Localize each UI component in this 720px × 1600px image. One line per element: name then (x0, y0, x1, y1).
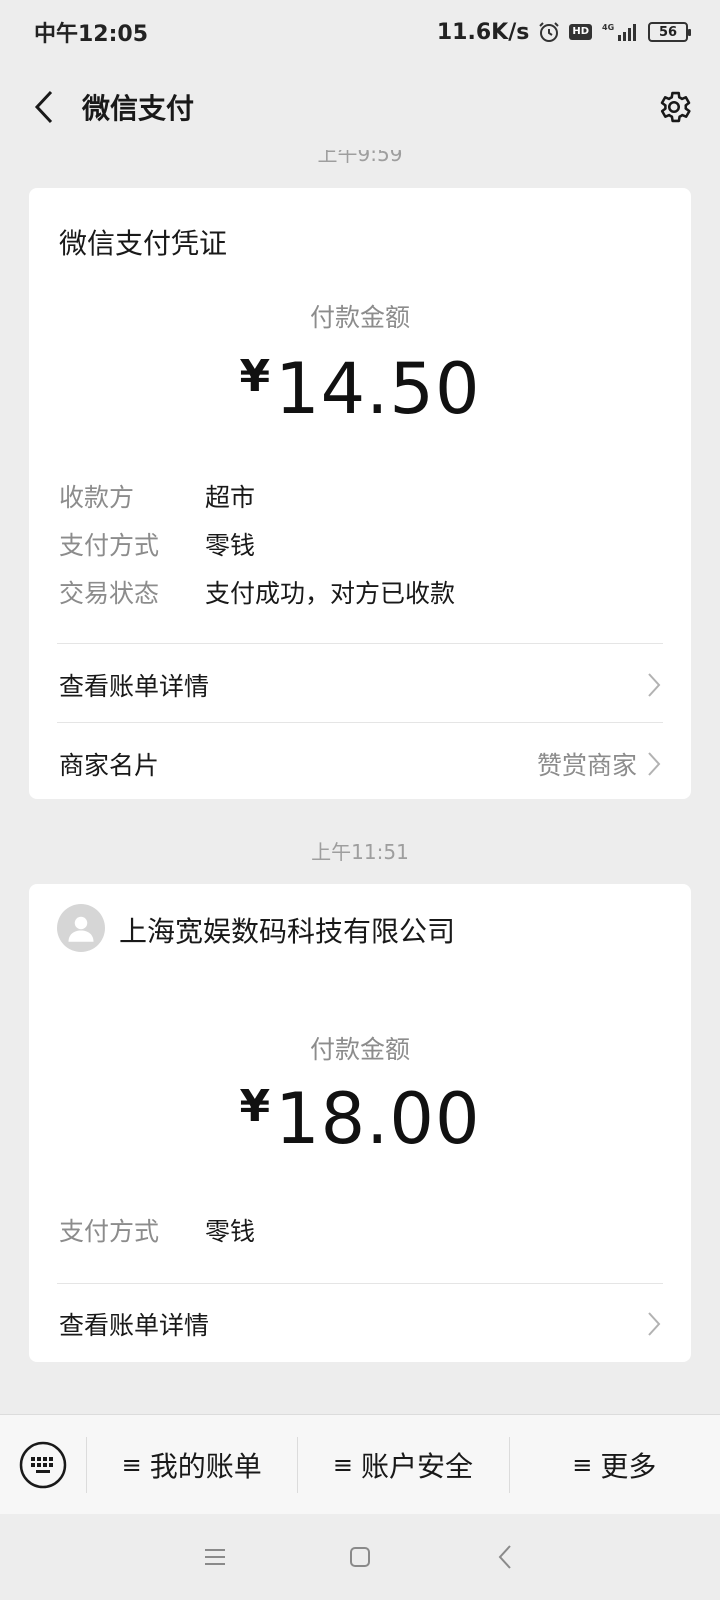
link-label: 查看账单详情 (59, 672, 210, 701)
chevron-right-icon (648, 752, 661, 776)
page-title: 微信支付 (82, 92, 195, 125)
menu-icon (205, 1549, 225, 1565)
status-icons: 11.6K/s HD 4G 56 (436, 19, 691, 45)
amount-label: 付款金额 (309, 303, 410, 332)
bill-detail-link[interactable]: 查看账单详情 (59, 1304, 661, 1344)
info-value: 支付成功，对方已收款 (205, 579, 456, 608)
info-row-status: 交易状态 支付成功，对方已收款 (59, 574, 455, 610)
settings-button[interactable] (652, 85, 696, 129)
divider (57, 1283, 663, 1284)
info-key: 支付方式 (59, 1217, 160, 1246)
amount-number: 14.50 (275, 348, 481, 430)
link-label: 查看账单详情 (59, 1311, 210, 1340)
amount-number: 18.00 (275, 1078, 481, 1160)
amount-value: ¥18.00 (29, 1078, 691, 1160)
net-speed: 11.6K/s (436, 19, 530, 45)
chevron-right-icon (648, 1312, 661, 1336)
status-time: 中午12:05 (34, 22, 149, 47)
status-bar: 中午12:05 11.6K/s HD 4G 56 (0, 0, 720, 64)
amount-value: ¥14.50 (29, 348, 691, 430)
home-square-icon (350, 1547, 370, 1567)
divider (57, 643, 663, 644)
bill-detail-link[interactable]: 查看账单详情 (59, 665, 661, 705)
info-row-method: 支付方式 零钱 (59, 1212, 255, 1248)
system-back-button[interactable] (433, 1527, 578, 1587)
keyboard-icon (19, 1441, 67, 1488)
menu-lines-icon: ≡ (332, 1450, 354, 1479)
info-key: 支付方式 (59, 531, 160, 560)
menu-more[interactable]: ≡ 更多 (508, 1415, 720, 1515)
amount-label: 付款金额 (309, 1035, 410, 1064)
message-list[interactable]: 上午9:59 微信支付凭证 付款金额 ¥14.50 收款方 超市 支付方式 零钱… (0, 150, 720, 1414)
alarm-icon (537, 20, 561, 44)
user-icon (68, 916, 94, 942)
info-value: 零钱 (205, 1217, 256, 1246)
payment-card[interactable]: 上海宽娱数码科技有限公司 付款金额 ¥18.00 支付方式 零钱 查看账单详情 (29, 884, 691, 1362)
back-triangle-icon (498, 1545, 511, 1569)
merchant-name: 上海宽娱数码科技有限公司 (119, 915, 456, 948)
menu-my-bills[interactable]: ≡ 我的账单 (86, 1415, 297, 1515)
currency-symbol: ¥ (239, 351, 272, 402)
bottom-menu: ≡ 我的账单 ≡ 账户安全 ≡ 更多 (0, 1414, 720, 1514)
avatar (57, 904, 105, 952)
hd-icon: HD (569, 24, 592, 40)
info-row-method: 支付方式 零钱 (59, 526, 255, 562)
menu-account-security[interactable]: ≡ 账户安全 (297, 1415, 508, 1515)
timestamp: 上午11:51 (311, 840, 409, 864)
network-type: 4G (602, 23, 614, 32)
currency-symbol: ¥ (239, 1081, 272, 1132)
card-title: 微信支付凭证 (59, 227, 228, 260)
timestamp: 上午9:59 (317, 150, 403, 166)
merchant-card-link[interactable]: 商家名片 赞赏商家 (59, 744, 661, 784)
signal-icon: 4G (600, 21, 640, 43)
recent-apps-button[interactable] (143, 1527, 288, 1587)
chevron-left-icon (34, 90, 53, 124)
nav-bar: 微信支付 (0, 64, 720, 150)
info-value: 超市 (205, 483, 256, 512)
menu-label: 我的账单 (149, 1449, 262, 1483)
menu-label: 账户安全 (361, 1449, 474, 1483)
reward-merchant-label: 赞赏商家 (536, 751, 637, 780)
battery-icon: 56 (648, 22, 691, 42)
menu-label: 更多 (600, 1449, 657, 1483)
back-button[interactable] (24, 87, 64, 127)
keyboard-toggle-button[interactable] (0, 1415, 86, 1515)
payment-voucher-card[interactable]: 微信支付凭证 付款金额 ¥14.50 收款方 超市 支付方式 零钱 交易状态 支… (29, 188, 691, 799)
system-nav-bar (0, 1514, 720, 1600)
info-value: 零钱 (205, 531, 256, 560)
menu-lines-icon: ≡ (572, 1450, 593, 1479)
gear-icon (660, 91, 691, 123)
link-label: 商家名片 (59, 751, 160, 780)
menu-lines-icon: ≡ (121, 1450, 142, 1479)
info-key: 交易状态 (59, 579, 160, 608)
chevron-right-icon (648, 673, 661, 697)
info-row-payee: 收款方 超市 (59, 478, 255, 514)
info-key: 收款方 (59, 483, 135, 512)
divider (57, 722, 663, 723)
home-button[interactable] (288, 1527, 433, 1587)
